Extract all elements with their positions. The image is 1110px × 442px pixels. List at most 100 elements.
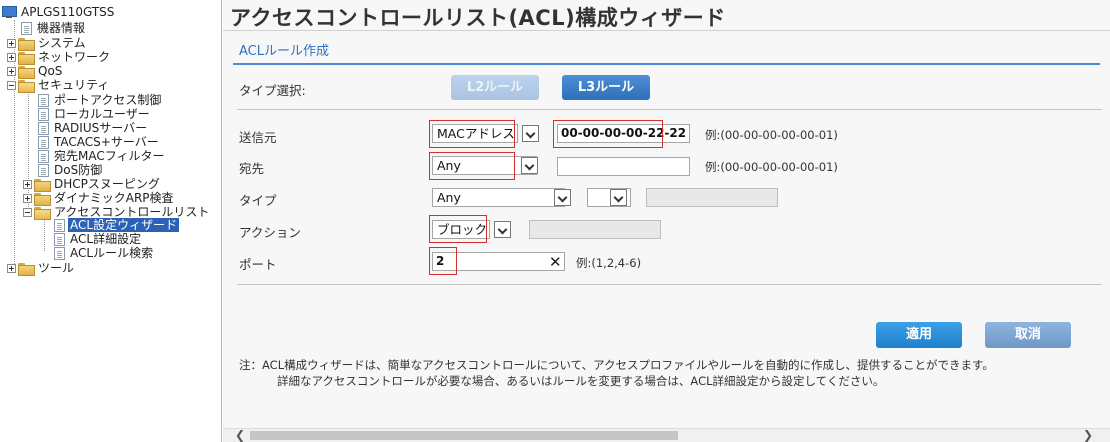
cancel-button[interactable]: 取消	[985, 322, 1071, 348]
tree-item-acl-wizard[interactable]: ACL設定ウィザード	[54, 218, 180, 232]
expand-icon[interactable]	[7, 38, 16, 48]
tree-item-acl-detail[interactable]: ACL詳細設定	[54, 232, 143, 246]
page-icon	[38, 107, 49, 121]
source-label: 送信元	[239, 130, 277, 145]
type-select[interactable]: Any	[432, 188, 565, 207]
tree-item-label: TACACS+サーバー	[54, 135, 159, 149]
tree-item-tools[interactable]: ツール	[7, 261, 76, 276]
page-icon	[54, 218, 65, 232]
type-label: タイプ	[239, 193, 277, 208]
tree-item-label: システム	[38, 36, 86, 50]
destination-mac-input[interactable]	[557, 157, 690, 176]
tree-item-dai[interactable]: ダイナミックARP検査	[23, 191, 176, 206]
scroll-left-icon[interactable]: ❮	[235, 429, 245, 442]
section-underline	[233, 63, 1100, 65]
tree-item-label: ポートアクセス制御	[54, 93, 162, 107]
tree-item-network[interactable]: ネットワーク	[7, 50, 112, 65]
note-line-2: 詳細なアクセスコントロールが必要な場合、あるいはルールを変更する場合は、ACL詳…	[277, 374, 885, 388]
divider	[223, 30, 1110, 31]
tree-item-device-info[interactable]: 機器情報	[21, 21, 87, 35]
tree-item-system[interactable]: システム	[7, 36, 88, 51]
type-select-label: タイプ選択:	[239, 83, 306, 98]
expand-icon[interactable]	[7, 52, 16, 62]
tree-item-label: DHCPスヌーピング	[54, 177, 160, 191]
highlight-box	[429, 120, 515, 148]
page-icon	[21, 21, 32, 35]
tree-item-dos[interactable]: DoS防御	[38, 163, 104, 177]
clear-icon[interactable]: ✕	[549, 255, 562, 270]
navigation-tree: APLGS110GTSS 機器情報 システム ネットワーク QoS セキュリティ…	[0, 0, 222, 442]
tree-item-local-user[interactable]: ローカルユーザー	[38, 107, 152, 121]
tree-item-label: QoS	[38, 64, 63, 78]
folder-icon	[18, 262, 35, 276]
expand-icon[interactable]	[23, 179, 32, 189]
page-icon	[38, 149, 49, 163]
port-hint: 例:(1,2,4-6)	[576, 256, 642, 270]
folder-icon	[18, 51, 35, 65]
highlight-box	[553, 120, 663, 148]
chevron-down-icon[interactable]	[521, 157, 538, 174]
computer-icon	[2, 5, 17, 19]
apply-button[interactable]: 適用	[876, 322, 962, 348]
l2-rule-button[interactable]: L2ルール	[451, 75, 539, 100]
chevron-down-icon[interactable]	[522, 125, 539, 142]
highlight-box	[429, 152, 515, 180]
tree-item-port-access[interactable]: ポートアクセス制御	[38, 93, 163, 107]
action-label: アクション	[239, 225, 301, 240]
tree-item-dhcp-snooping[interactable]: DHCPスヌーピング	[23, 177, 162, 192]
main-panel: アクセスコントロールリスト(ACL)構成ウィザード ACLルール作成 タイプ選択…	[223, 0, 1110, 442]
page-icon	[38, 163, 49, 177]
highlight-box	[429, 215, 487, 243]
folder-open-icon	[34, 206, 51, 220]
tree-item-acl[interactable]: アクセスコントロールリスト	[23, 205, 211, 220]
folder-icon	[34, 178, 51, 192]
tree-item-tacacs[interactable]: TACACS+サーバー	[38, 135, 161, 149]
page-icon	[38, 135, 49, 149]
page-icon	[38, 93, 49, 107]
highlight-box	[429, 247, 457, 275]
chevron-down-icon[interactable]	[494, 221, 511, 238]
port-label: ポート	[239, 257, 277, 272]
expand-icon[interactable]	[7, 66, 16, 76]
divider	[237, 284, 1102, 285]
scroll-right-icon[interactable]: ❯	[1083, 429, 1093, 442]
tree-item-label: ACL詳細設定	[70, 232, 142, 246]
expand-icon[interactable]	[7, 263, 16, 273]
destination-label: 宛先	[239, 161, 265, 176]
page-title: アクセスコントロールリスト(ACL)構成ウィザード	[230, 6, 726, 30]
divider	[237, 109, 1102, 110]
tree-item-qos[interactable]: QoS	[7, 64, 64, 79]
page-icon	[38, 121, 49, 135]
chevron-down-icon[interactable]	[554, 189, 571, 206]
horizontal-scrollbar[interactable]: ❮ ❯	[223, 428, 1110, 442]
tree-item-label: セキュリティ	[38, 78, 110, 92]
tree-item-acl-search[interactable]: ACLルール検索	[54, 246, 155, 260]
destination-hint: 例:(00-00-00-00-00-01)	[705, 160, 838, 174]
tree-item-label: RADIUSサーバー	[54, 121, 148, 135]
action-value-input	[529, 220, 661, 239]
tree-item-label: 宛先MACフィルター	[54, 149, 165, 163]
collapse-icon[interactable]	[7, 80, 16, 90]
tree-item-label: アクセスコントロールリスト	[54, 205, 210, 219]
tree-item-security[interactable]: セキュリティ	[7, 78, 111, 93]
scrollbar-thumb[interactable]	[250, 431, 678, 440]
section-title: ACLルール作成	[239, 44, 329, 59]
tree-item-label: ACL設定ウィザード	[68, 218, 180, 232]
tree-item-label: ネットワーク	[38, 50, 111, 64]
tree-root[interactable]: APLGS110GTSS	[2, 5, 116, 19]
folder-icon	[18, 37, 35, 51]
tree-item-mac-filter[interactable]: 宛先MACフィルター	[38, 149, 167, 163]
chevron-down-icon[interactable]	[610, 189, 627, 206]
folder-icon	[18, 65, 35, 79]
page-icon	[54, 232, 65, 246]
l3-rule-button[interactable]: L3ルール	[562, 75, 650, 100]
tree-item-label: ローカルユーザー	[54, 107, 150, 121]
folder-open-icon	[18, 79, 35, 93]
tree-item-label: ツール	[38, 261, 75, 275]
note-line-1: 注：ACL構成ウィザードは、簡単なアクセスコントロールについて、アクセスプロファ…	[239, 358, 994, 372]
tree-item-label: ACLルール検索	[70, 246, 154, 260]
collapse-icon[interactable]	[23, 207, 32, 217]
expand-icon[interactable]	[23, 193, 32, 203]
tree-item-radius[interactable]: RADIUSサーバー	[38, 121, 149, 135]
tree-item-label: 機器情報	[37, 21, 86, 35]
